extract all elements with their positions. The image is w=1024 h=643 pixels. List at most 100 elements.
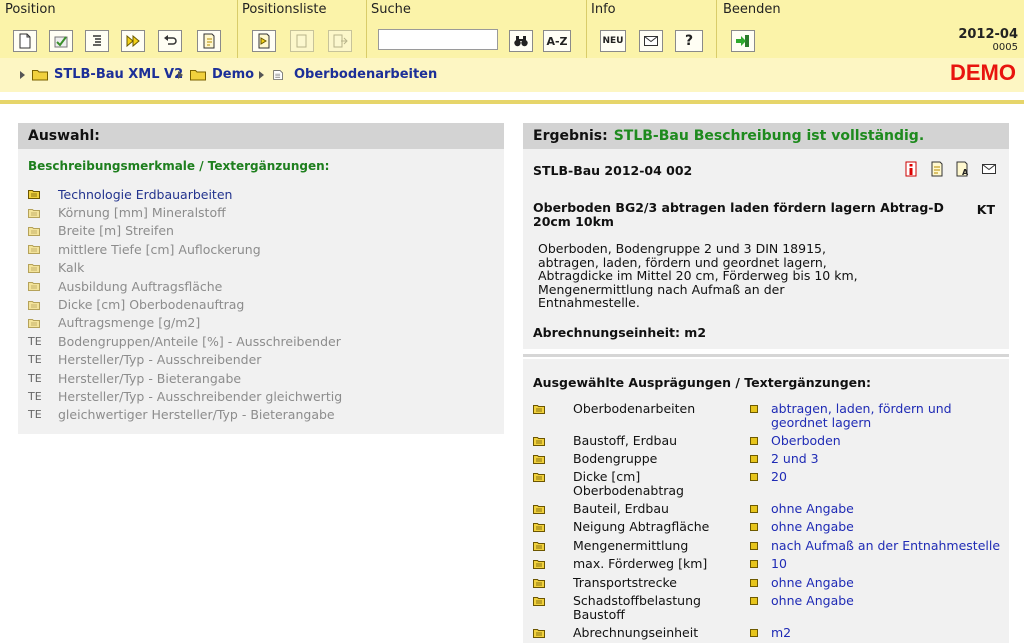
forward-button[interactable] bbox=[121, 30, 145, 52]
attribute-label: mittlere Tiefe [cm] Auflockerung bbox=[58, 241, 261, 257]
attribute-item[interactable]: mittlere Tiefe [cm] Auflockerung bbox=[28, 240, 342, 258]
selected-row-value[interactable]: ohne Angabe bbox=[771, 520, 1009, 534]
selected-row-value[interactable]: 10 bbox=[771, 557, 1009, 571]
billing-unit: Abrechnungseinheit: m2 bbox=[533, 325, 707, 340]
folder-icon bbox=[28, 318, 40, 328]
group-label-positionsliste: Positionsliste bbox=[242, 2, 327, 17]
selection-panel-subtitle: Beschreibungsmerkmale / Textergänzungen: bbox=[28, 159, 330, 173]
result-header: Ergebnis: STLB-Bau Beschreibung ist volls… bbox=[523, 123, 1009, 149]
attribute-list: Technologie Erdbauarbeiten Körnung [mm] M… bbox=[28, 185, 342, 424]
search-button[interactable] bbox=[509, 30, 533, 52]
help-button[interactable]: ? bbox=[675, 30, 703, 52]
toolbar-group-position: Position bbox=[0, 0, 238, 58]
outline-button[interactable] bbox=[85, 30, 109, 52]
document-info-button[interactable] bbox=[197, 30, 221, 52]
selected-row-value[interactable]: ohne Angabe bbox=[771, 576, 1009, 590]
breadcrumb-arrow-icon bbox=[178, 71, 183, 79]
breadcrumb-label: Oberbodenarbeiten bbox=[294, 67, 438, 82]
attribute-label: Körnung [mm] Mineralstoff bbox=[58, 205, 226, 221]
folder-icon bbox=[533, 579, 545, 588]
alphabetical-button[interactable]: A-Z bbox=[543, 30, 571, 52]
selected-row-value[interactable]: ohne Angabe bbox=[771, 502, 1009, 516]
breadcrumb-arrow-icon bbox=[20, 71, 25, 79]
selected-values-title: Ausgewählte Ausprägungen / Textergänzung… bbox=[533, 375, 872, 390]
text-extension-icon: TE bbox=[28, 408, 42, 422]
folder-icon bbox=[28, 245, 40, 255]
mail-icon bbox=[644, 36, 658, 46]
selected-row-label: Baustoff, Erdbau bbox=[573, 433, 678, 448]
group-label-info: Info bbox=[591, 2, 616, 17]
exit-button[interactable] bbox=[731, 30, 755, 52]
breadcrumb-item-current[interactable]: Oberbodenarbeiten bbox=[272, 67, 437, 82]
selected-row-value[interactable]: 20 bbox=[771, 470, 1009, 484]
value-marker-icon bbox=[750, 579, 758, 587]
folder-icon bbox=[28, 263, 40, 273]
new-document-button[interactable] bbox=[13, 30, 37, 52]
attribute-item[interactable]: Dicke [cm] Oberbodenauftrag bbox=[28, 295, 342, 313]
selected-row-value[interactable]: Oberboden bbox=[771, 434, 1009, 448]
document-edit-icon[interactable] bbox=[929, 161, 945, 177]
attribute-item[interactable]: TE gleichwertiger Hersteller/Typ - Bieter… bbox=[28, 406, 342, 424]
folder-icon bbox=[533, 505, 545, 514]
copy-icon bbox=[296, 34, 307, 48]
folder-icon bbox=[32, 69, 48, 80]
search-input[interactable] bbox=[378, 29, 498, 50]
version-build: 0005 bbox=[992, 42, 1018, 53]
attribute-item[interactable]: Auftragsmenge [g/m2] bbox=[28, 314, 342, 332]
result-label: Ergebnis: bbox=[533, 128, 608, 144]
attribute-item[interactable]: Breite [m] Streifen bbox=[28, 222, 342, 240]
binoculars-icon bbox=[514, 36, 528, 47]
selected-row-value[interactable]: nach Aufmaß an der Entnahmestelle bbox=[771, 539, 1009, 553]
attribute-label: Hersteller/Typ - Bieterangabe bbox=[58, 370, 242, 386]
selected-row-label: Bodengruppe bbox=[573, 451, 658, 466]
export-icon bbox=[333, 34, 348, 48]
selected-row-label: Transportstrecke bbox=[573, 575, 677, 590]
attribute-item[interactable]: TE Hersteller/Typ - Ausschreibender gleic… bbox=[28, 387, 342, 405]
folder-icon bbox=[28, 190, 40, 200]
result-box: STLB-Bau 2012-04 002 A Oberboden BG2/3 a… bbox=[523, 149, 1009, 349]
attribute-label: Bodengruppen/Anteile [%] - Ausschreibend… bbox=[58, 333, 341, 349]
news-button[interactable]: NEU bbox=[600, 30, 626, 52]
attribute-label: Breite [m] Streifen bbox=[58, 223, 174, 239]
attribute-item[interactable]: TE Bodengruppen/Anteile [%] - Ausschreibe… bbox=[28, 332, 342, 350]
result-divider bbox=[523, 354, 1009, 357]
breadcrumb-item-demo[interactable]: Demo bbox=[190, 67, 254, 82]
info-icon[interactable] bbox=[903, 161, 919, 177]
result-actions: A bbox=[903, 161, 997, 177]
attribute-item[interactable]: TE Hersteller/Typ - Ausschreibender bbox=[28, 351, 342, 369]
copy-list-button[interactable] bbox=[290, 30, 314, 52]
attribute-label: Hersteller/Typ - Ausschreibender gleichw… bbox=[58, 388, 343, 404]
exit-arrow-icon bbox=[736, 35, 749, 47]
undo-icon bbox=[164, 35, 177, 45]
mail-icon[interactable] bbox=[981, 161, 997, 177]
attribute-item[interactable]: Kalk bbox=[28, 259, 342, 277]
mail-button[interactable] bbox=[639, 30, 663, 52]
group-label-beenden: Beenden bbox=[723, 2, 781, 17]
group-label-position: Position bbox=[5, 2, 56, 17]
value-marker-icon bbox=[750, 437, 758, 445]
attribute-item[interactable]: Ausbildung Auftragsfläche bbox=[28, 277, 342, 295]
attribute-item[interactable]: Technologie Erdbauarbeiten bbox=[28, 185, 342, 203]
attribute-label: Ausbildung Auftragsfläche bbox=[58, 278, 223, 294]
undo-button[interactable] bbox=[158, 30, 182, 52]
value-marker-icon bbox=[750, 455, 758, 463]
selected-row-label: Bauteil, Erdbau bbox=[573, 501, 669, 516]
document-text-icon[interactable]: A bbox=[955, 161, 971, 177]
document-icon bbox=[273, 69, 283, 80]
breadcrumb-item-root[interactable]: STLB-Bau XML V2 bbox=[32, 67, 183, 82]
kt-label: KT bbox=[976, 202, 995, 217]
attribute-item[interactable]: Körnung [mm] Mineralstoff bbox=[28, 203, 342, 221]
export-list-button[interactable] bbox=[328, 30, 352, 52]
header-divider bbox=[0, 100, 1024, 104]
selected-row-value[interactable]: 2 und 3 bbox=[771, 452, 1009, 466]
folder-icon bbox=[533, 405, 545, 414]
attribute-item[interactable]: TE Hersteller/Typ - Bieterangabe bbox=[28, 369, 342, 387]
selected-row-label: Oberbodenarbeiten bbox=[573, 401, 696, 416]
selected-row-value[interactable]: m2 bbox=[771, 626, 1009, 640]
check-icon bbox=[54, 36, 68, 48]
new-document-icon bbox=[19, 33, 31, 49]
add-to-list-button[interactable] bbox=[252, 30, 276, 52]
check-button[interactable] bbox=[49, 30, 73, 52]
selected-row-value[interactable]: abtragen, laden, fördern und geordnet la… bbox=[771, 402, 1009, 429]
selected-row-value[interactable]: ohne Angabe bbox=[771, 594, 1009, 608]
